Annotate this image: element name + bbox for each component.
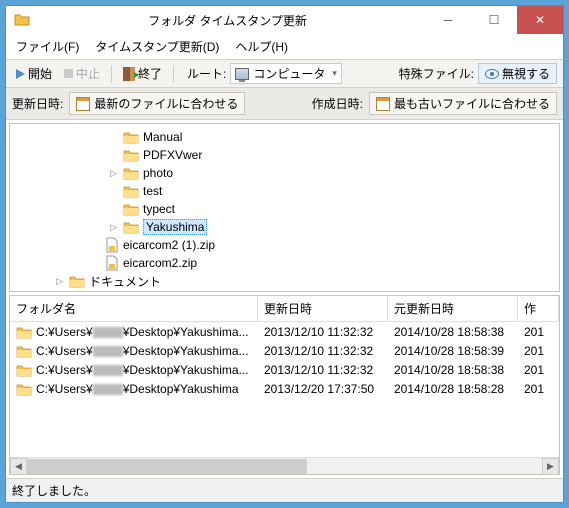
chevron-down-icon: ▾ bbox=[332, 68, 337, 79]
scroll-thumb[interactable] bbox=[27, 459, 307, 474]
separator bbox=[173, 65, 174, 83]
tree-item[interactable]: ▷ ドキュメント bbox=[54, 272, 555, 290]
expand-icon[interactable] bbox=[108, 132, 119, 143]
stop-button[interactable]: 中止 bbox=[60, 63, 104, 84]
create-date-label: 作成日時: bbox=[312, 95, 363, 112]
orig-cell: 2014/10/28 18:58:38 bbox=[388, 362, 518, 378]
calendar-icon bbox=[76, 97, 90, 111]
update-cell: 2013/12/20 17:37:50 bbox=[258, 381, 388, 397]
orig-cell: 2014/10/28 18:58:28 bbox=[388, 381, 518, 397]
scroll-left-icon[interactable]: ◀ bbox=[10, 458, 27, 475]
create-date-button[interactable]: 最も古いファイルに合わせる bbox=[369, 92, 557, 115]
exit-button[interactable]: 終了 bbox=[119, 63, 166, 84]
menu-update[interactable]: タイムスタンプ更新(D) bbox=[89, 36, 225, 57]
options-bar: 更新日時: 最新のファイルに合わせる 作成日時: 最も古いファイルに合わせる bbox=[6, 88, 563, 120]
play-icon bbox=[16, 69, 25, 79]
table-body: C:¥Users¥¥Desktop¥Yakushima... 2013/12/10… bbox=[10, 322, 559, 457]
root-label: ルート: bbox=[187, 65, 226, 82]
create-cell: 201 bbox=[518, 343, 559, 359]
update-cell: 2013/12/10 11:32:32 bbox=[258, 324, 388, 340]
create-cell: 201 bbox=[518, 362, 559, 378]
separator bbox=[111, 65, 112, 83]
ignore-button[interactable]: 無視する bbox=[478, 63, 557, 84]
tree-item-label: eicarcom2 (1).zip bbox=[123, 238, 215, 252]
tree-item-label: Yakushima bbox=[143, 219, 207, 235]
tree-item-label: test bbox=[143, 184, 162, 198]
create-cell: 201 bbox=[518, 324, 559, 340]
toolbar: 開始 中止 終了 ルート: コンピュータ▾ 特殊ファイル: 無視する bbox=[6, 60, 563, 88]
update-cell: 2013/12/10 11:32:32 bbox=[258, 362, 388, 378]
maximize-button[interactable]: ☐ bbox=[471, 6, 517, 34]
titlebar[interactable]: フォルダ タイムスタンプ更新 ─ ☐ ✕ bbox=[6, 6, 563, 34]
tree-item-label: typect bbox=[143, 202, 175, 216]
tree-item-label: photo bbox=[143, 166, 173, 180]
root-selector[interactable]: コンピュータ▾ bbox=[230, 63, 342, 84]
col-folder[interactable]: フォルダ名 bbox=[10, 296, 258, 321]
table-row[interactable]: C:¥Users¥¥Desktop¥Yakushima... 2013/12/10… bbox=[10, 322, 559, 341]
col-orig[interactable]: 元更新日時 bbox=[388, 296, 518, 321]
expand-icon[interactable] bbox=[108, 186, 119, 197]
expand-icon[interactable] bbox=[90, 258, 101, 269]
status-bar: 終了しました。 bbox=[6, 478, 563, 502]
tree-item-label: Manual bbox=[143, 130, 182, 144]
orig-cell: 2014/10/28 18:58:39 bbox=[388, 343, 518, 359]
tree-item[interactable]: eicarcom2 (1).zip bbox=[90, 236, 555, 254]
horizontal-scrollbar[interactable]: ◀ ▶ bbox=[10, 457, 559, 474]
tree-item-label: eicarcom2.zip bbox=[123, 256, 197, 270]
path-cell: C:¥Users¥¥Desktop¥Yakushima... bbox=[36, 344, 249, 358]
create-cell: 201 bbox=[518, 381, 559, 397]
tree-item[interactable]: typect bbox=[108, 200, 555, 218]
expand-icon[interactable] bbox=[108, 204, 119, 215]
computer-icon bbox=[235, 68, 249, 80]
tree-item-label: ドキュメント bbox=[89, 273, 161, 290]
table-header: フォルダ名 更新日時 元更新日時 作 bbox=[10, 296, 559, 322]
update-cell: 2013/12/10 11:32:32 bbox=[258, 343, 388, 359]
stop-icon bbox=[64, 69, 73, 78]
tree-item-label: PDFXVwer bbox=[143, 148, 202, 162]
update-date-label: 更新日時: bbox=[12, 95, 63, 112]
col-update[interactable]: 更新日時 bbox=[258, 296, 388, 321]
path-cell: C:¥Users¥¥Desktop¥Yakushima bbox=[36, 382, 239, 396]
close-button[interactable]: ✕ bbox=[517, 6, 563, 34]
app-icon bbox=[14, 11, 30, 30]
expand-icon[interactable]: ▷ bbox=[54, 276, 65, 287]
results-table: フォルダ名 更新日時 元更新日時 作 C:¥Users¥¥Desktop¥Yak… bbox=[9, 295, 560, 475]
menubar: ファイル(F) タイムスタンプ更新(D) ヘルプ(H) bbox=[6, 34, 563, 60]
table-row[interactable]: C:¥Users¥¥Desktop¥Yakushima... 2013/12/10… bbox=[10, 341, 559, 360]
eye-icon bbox=[485, 69, 499, 79]
tree-item[interactable]: eicarcom2.zip bbox=[90, 254, 555, 272]
expand-icon[interactable] bbox=[108, 150, 119, 161]
orig-cell: 2014/10/28 18:58:38 bbox=[388, 324, 518, 340]
calendar-icon bbox=[376, 97, 390, 111]
menu-file[interactable]: ファイル(F) bbox=[10, 36, 85, 57]
expand-icon[interactable]: ▷ bbox=[108, 168, 119, 179]
tree-item[interactable]: ▷ Yakushima bbox=[108, 218, 555, 236]
path-cell: C:¥Users¥¥Desktop¥Yakushima... bbox=[36, 363, 249, 377]
expand-icon[interactable]: ▷ bbox=[108, 222, 119, 233]
special-file-label: 特殊ファイル: bbox=[399, 65, 474, 82]
minimize-button[interactable]: ─ bbox=[425, 6, 471, 34]
menu-help[interactable]: ヘルプ(H) bbox=[229, 36, 294, 57]
tree-item[interactable]: ▷ photo bbox=[108, 164, 555, 182]
window-title: フォルダ タイムスタンプ更新 bbox=[30, 12, 425, 29]
exit-icon bbox=[123, 67, 135, 81]
tree-item[interactable]: Manual bbox=[108, 128, 555, 146]
scroll-right-icon[interactable]: ▶ bbox=[542, 458, 559, 475]
path-cell: C:¥Users¥¥Desktop¥Yakushima... bbox=[36, 325, 249, 339]
start-button[interactable]: 開始 bbox=[12, 63, 56, 84]
col-create[interactable]: 作 bbox=[518, 296, 559, 321]
tree-item[interactable]: PDFXVwer bbox=[108, 146, 555, 164]
tree-item[interactable]: test bbox=[108, 182, 555, 200]
expand-icon[interactable] bbox=[90, 240, 101, 251]
folder-tree[interactable]: Manual PDFXVwer ▷ photo test typect ▷ Yakushima… bbox=[9, 123, 560, 292]
table-row[interactable]: C:¥Users¥¥Desktop¥Yakushima... 2013/12/10… bbox=[10, 360, 559, 379]
update-date-button[interactable]: 最新のファイルに合わせる bbox=[69, 92, 245, 115]
table-row[interactable]: C:¥Users¥¥Desktop¥Yakushima 2013/12/20 17… bbox=[10, 379, 559, 398]
